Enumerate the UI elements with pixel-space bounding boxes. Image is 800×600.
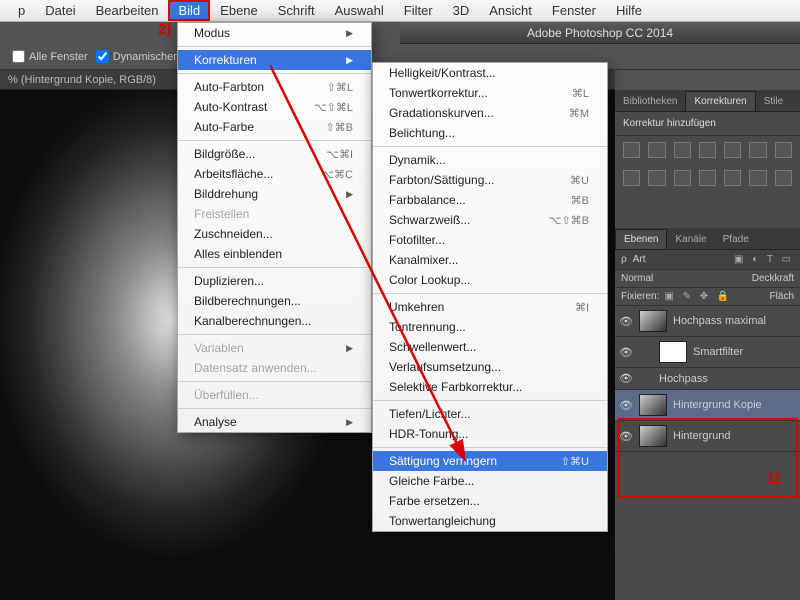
panel-tabs-top: BibliothekenKorrekturenStile xyxy=(615,90,800,112)
menuitem-gradationskurven-[interactable]: Gradationskurven...⌘M xyxy=(373,103,607,123)
menuitem-auto-kontrast[interactable]: Auto-Kontrast⌥⇧⌘L xyxy=(178,97,371,117)
layer-name: Hochpass maximal xyxy=(673,315,766,327)
menuitem-helligkeit-kontrast-[interactable]: Helligkeit/Kontrast... xyxy=(373,63,607,83)
menuitem-kanalberechnungen-[interactable]: Kanalberechnungen... xyxy=(178,311,371,331)
layer-name: Smartfilter xyxy=(693,346,743,358)
menu-ebene[interactable]: Ebene xyxy=(210,0,268,21)
all-windows-checkbox[interactable] xyxy=(12,50,25,63)
menu-bild[interactable]: Bild xyxy=(168,0,210,21)
submenu-korrekturen: Helligkeit/Kontrast...Tonwertkorrektur..… xyxy=(372,62,608,532)
layers-list: 👁 Hochpass maximal 👁 Smartfilter 👁 Hochpass 👁 H… xyxy=(615,306,800,452)
menuitem-gleiche-farbe-[interactable]: Gleiche Farbe... xyxy=(373,471,607,491)
menuitem-verlaufsumsetzung-[interactable]: Verlaufsumsetzung... xyxy=(373,357,607,377)
tab-stile[interactable]: Stile xyxy=(756,92,791,111)
menuitem-farbbalance-[interactable]: Farbbalance...⌘B xyxy=(373,190,607,210)
menuitem-farbton-s-ttigung-[interactable]: Farbton/Sättigung...⌘U xyxy=(373,170,607,190)
menuitem-freistellen: Freistellen xyxy=(178,204,371,224)
menu-p[interactable]: p xyxy=(8,0,35,21)
menu-ansicht[interactable]: Ansicht xyxy=(479,0,542,21)
menuitem-tonwertangleichung[interactable]: Tonwertangleichung xyxy=(373,511,607,531)
fill-label: Fläch xyxy=(770,291,794,302)
app-title: Adobe Photoshop CC 2014 xyxy=(400,22,800,44)
menuitem--berf-llen-: Überfüllen... xyxy=(178,385,371,405)
menuitem-umkehren[interactable]: Umkehren⌘I xyxy=(373,297,607,317)
right-panel: BibliothekenKorrekturenStile Korrektur h… xyxy=(615,90,800,600)
tab-kanäle[interactable]: Kanäle xyxy=(667,230,714,249)
tab-korrekturen[interactable]: Korrekturen xyxy=(685,91,755,111)
visibility-icon[interactable]: 👁 xyxy=(619,430,633,443)
tab-bibliotheken[interactable]: Bibliotheken xyxy=(615,92,685,111)
layer-thumb xyxy=(639,425,667,447)
menuitem-schwarzwei-[interactable]: Schwarzweiß...⌥⇧⌘B xyxy=(373,210,607,230)
tab-ebenen[interactable]: Ebenen xyxy=(615,229,667,249)
menuitem-dynamik-[interactable]: Dynamik... xyxy=(373,150,607,170)
layer-thumb xyxy=(639,310,667,332)
menuitem-s-ttigung-verringern[interactable]: Sättigung verringern⇧⌘U xyxy=(373,451,607,471)
menuitem-auto-farbton[interactable]: Auto-Farbton⇧⌘L xyxy=(178,77,371,97)
add-correction-label: Korrektur hinzufügen xyxy=(615,112,800,136)
annotation-step2: 2) xyxy=(158,21,171,38)
layer-name: Hintergrund Kopie xyxy=(673,399,762,411)
adjustment-icons-row1 xyxy=(615,136,800,164)
visibility-icon[interactable]: 👁 xyxy=(619,399,633,412)
menuitem-belichtung-[interactable]: Belichtung... xyxy=(373,123,607,143)
menuitem-kanalmixer-[interactable]: Kanalmixer... xyxy=(373,250,607,270)
menu-datei[interactable]: Datei xyxy=(35,0,85,21)
menuitem-tiefen-lichter-[interactable]: Tiefen/Lichter... xyxy=(373,404,607,424)
opacity-label: Deckkraft xyxy=(752,273,794,284)
menuitem-zuschneiden-[interactable]: Zuschneiden... xyxy=(178,224,371,244)
menu-hilfe[interactable]: Hilfe xyxy=(606,0,652,21)
menu-bild-dropdown: Modus▶ Korrekturen▶ Auto-Farbton⇧⌘LAuto-Ko… xyxy=(177,22,372,433)
menuitem-color-lookup-[interactable]: Color Lookup... xyxy=(373,270,607,290)
menuitem-duplizieren-[interactable]: Duplizieren... xyxy=(178,271,371,291)
layer-thumb xyxy=(659,341,687,363)
menuitem-korrekturen[interactable]: Korrekturen▶ xyxy=(178,50,371,70)
menuitem-auto-farbe[interactable]: Auto-Farbe⇧⌘B xyxy=(178,117,371,137)
visibility-icon[interactable]: 👁 xyxy=(619,372,633,385)
layer-thumb xyxy=(639,394,667,416)
annotation-step1: 1) xyxy=(767,470,780,487)
menuitem-selektive-farbkorrektur-[interactable]: Selektive Farbkorrektur... xyxy=(373,377,607,397)
menuitem-farbe-ersetzen-[interactable]: Farbe ersetzen... xyxy=(373,491,607,511)
menubar: pDateiBearbeitenBildEbeneSchriftAuswahlF… xyxy=(0,0,800,22)
layer-row[interactable]: 👁 Hochpass maximal xyxy=(615,306,800,337)
layer-panel-tabs: EbenenKanälePfade xyxy=(615,228,800,250)
menuitem-datensatz-anwenden-: Datensatz anwenden... xyxy=(178,358,371,378)
menuitem-arbeitsfl-che-[interactable]: Arbeitsfläche...⌥⌘C xyxy=(178,164,371,184)
menuitem-bilddrehung[interactable]: Bilddrehung▶ xyxy=(178,184,371,204)
menuitem-fotofilter-[interactable]: Fotofilter... xyxy=(373,230,607,250)
layer-filter-label[interactable]: Art xyxy=(633,254,728,265)
dynamic-label: Dynamischer xyxy=(113,51,177,63)
layer-row[interactable]: 👁 Hochpass xyxy=(615,368,800,390)
tab-pfade[interactable]: Pfade xyxy=(715,230,757,249)
menuitem-analyse[interactable]: Analyse▶ xyxy=(178,412,371,432)
layer-name: Hintergrund xyxy=(673,430,730,442)
visibility-icon[interactable]: 👁 xyxy=(619,346,633,359)
menuitem-tontrennung-[interactable]: Tontrennung... xyxy=(373,317,607,337)
layer-name: Hochpass xyxy=(659,373,708,385)
menuitem-alles-einblenden[interactable]: Alles einblenden xyxy=(178,244,371,264)
menuitem-modus[interactable]: Modus▶ xyxy=(178,23,371,43)
lock-label: Fixieren: xyxy=(621,291,659,302)
menuitem-bildgr-e-[interactable]: Bildgröße...⌥⌘I xyxy=(178,144,371,164)
dynamic-checkbox[interactable] xyxy=(96,50,109,63)
all-windows-label: Alle Fenster xyxy=(29,51,88,63)
menuitem-tonwertkorrektur-[interactable]: Tonwertkorrektur...⌘L xyxy=(373,83,607,103)
menu-fenster[interactable]: Fenster xyxy=(542,0,606,21)
menu-3d[interactable]: 3D xyxy=(443,0,480,21)
menuitem-bildberechnungen-[interactable]: Bildberechnungen... xyxy=(178,291,371,311)
visibility-icon[interactable]: 👁 xyxy=(619,315,633,328)
menu-bearbeiten[interactable]: Bearbeiten xyxy=(86,0,169,21)
menuitem-hdr-tonung-[interactable]: HDR-Tonung... xyxy=(373,424,607,444)
menu-auswahl[interactable]: Auswahl xyxy=(325,0,394,21)
menuitem-variablen: Variablen▶ xyxy=(178,338,371,358)
layer-row[interactable]: 👁 Hintergrund xyxy=(615,421,800,452)
menuitem-schwellenwert-[interactable]: Schwellenwert... xyxy=(373,337,607,357)
layer-row[interactable]: 👁 Smartfilter xyxy=(615,337,800,368)
menu-filter[interactable]: Filter xyxy=(394,0,443,21)
layer-row[interactable]: 👁 Hintergrund Kopie xyxy=(615,390,800,421)
menu-schrift[interactable]: Schrift xyxy=(268,0,325,21)
blend-mode[interactable]: Normal xyxy=(621,273,746,284)
adjustment-icons-row2 xyxy=(615,164,800,192)
